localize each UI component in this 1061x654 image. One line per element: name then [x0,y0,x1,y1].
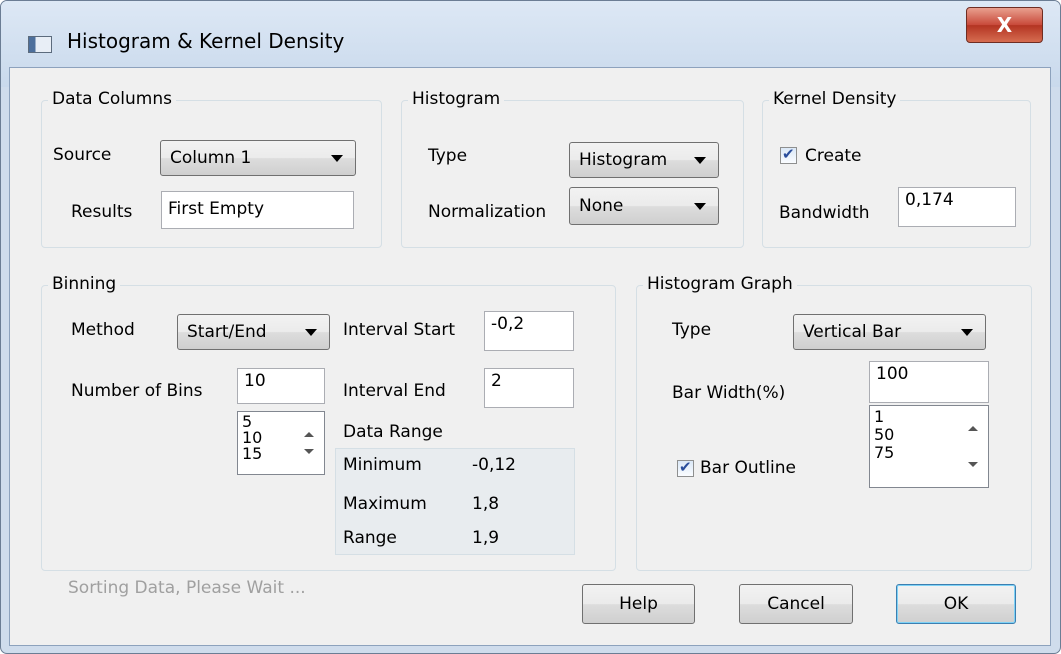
dialog-window: Histogram & Kernel Density X Data Column… [0,0,1061,654]
chevron-down-icon [331,155,343,162]
bar-width-option[interactable]: 75 [874,444,894,462]
data-range-box: Minimum -0,12 Maximum 1,8 Range 1,9 [335,448,575,555]
help-button-label: Help [619,594,658,614]
maximum-value: 1,8 [472,494,500,514]
binning-group: Binning Method Start/End Number of Bins … [41,274,616,571]
source-label: Source [53,145,112,165]
kernel-density-group: Kernel Density Create Bandwidth 0,174 [762,89,1031,248]
number-of-bins-list[interactable]: 5 10 15 [237,411,325,475]
range-value: 1,9 [472,528,500,548]
bins-scrollbar[interactable] [295,412,324,474]
range-label: Range [343,528,397,548]
bins-option[interactable]: 15 [242,446,262,462]
normalization-label: Normalization [428,202,547,222]
scroll-down-icon[interactable] [304,449,314,454]
bar-width-option[interactable]: 1 [874,408,894,426]
scroll-down-icon[interactable] [968,462,978,467]
interval-start-label: Interval Start [343,320,456,340]
histogram-graph-group: Histogram Graph Type Vertical Bar Bar Wi… [636,274,1032,571]
histogram-type-value: Histogram [579,150,668,170]
status-text: Sorting Data, Please Wait ... [68,578,306,598]
dialog-client: Data Columns Source Column 1 Results Fir… [9,67,1051,646]
chevron-down-icon [961,329,973,336]
bar-width-list[interactable]: 1 50 75 [869,405,989,488]
chevron-down-icon [305,329,317,336]
bandwidth-input[interactable]: 0,174 [898,187,1016,227]
chevron-down-icon [694,157,706,164]
graph-type-value: Vertical Bar [803,322,902,342]
scroll-up-icon[interactable] [968,426,978,431]
create-label: Create [805,146,862,166]
normalization-value: None [579,196,624,216]
histogram-type-select[interactable]: Histogram [569,142,719,178]
binning-legend: Binning [48,274,121,294]
window-title: Histogram & Kernel Density [67,29,345,53]
kernel-density-legend: Kernel Density [769,89,901,109]
histogram-type-label: Type [428,146,468,166]
interval-end-input[interactable]: 2 [484,368,574,408]
source-select[interactable]: Column 1 [160,140,356,176]
cancel-button-label: Cancel [767,594,825,614]
minimum-value: -0,12 [472,455,516,475]
maximum-label: Maximum [343,494,427,514]
bar-width-option[interactable]: 50 [874,426,894,444]
interval-start-input[interactable]: -0,2 [484,311,574,351]
method-label: Method [71,320,135,340]
histogram-graph-legend: Histogram Graph [643,274,797,294]
scroll-up-icon[interactable] [304,432,314,437]
graph-type-select[interactable]: Vertical Bar [793,314,986,350]
bar-outline-checkbox[interactable] [677,458,694,477]
ok-button[interactable]: OK [896,584,1016,624]
bar-width-label: Bar Width(%) [672,383,786,403]
close-button[interactable]: X [966,7,1043,43]
data-range-title: Data Range [343,422,443,442]
chevron-down-icon [694,203,706,210]
help-button[interactable]: Help [582,584,695,624]
minimum-label: Minimum [343,455,422,475]
data-columns-legend: Data Columns [48,89,176,109]
number-of-bins-input[interactable]: 10 [237,368,325,404]
histogram-legend: Histogram [408,89,505,109]
bar-outline-label: Bar Outline [700,458,796,478]
create-checkbox[interactable] [780,145,797,164]
bandwidth-label: Bandwidth [779,203,870,223]
bar-width-scrollbar[interactable] [959,406,988,487]
method-select[interactable]: Start/End [177,314,330,350]
bins-options: 5 10 15 [242,414,262,462]
results-label: Results [71,202,133,222]
method-value: Start/End [187,322,267,342]
bar-width-input[interactable]: 100 [869,361,989,403]
results-input[interactable]: First Empty [161,191,354,229]
app-icon [28,36,52,53]
cancel-button[interactable]: Cancel [739,584,853,624]
graph-type-label: Type [672,320,712,340]
interval-end-label: Interval End [343,381,446,401]
bar-width-options: 1 50 75 [874,408,894,462]
source-select-value: Column 1 [170,148,252,168]
number-of-bins-label: Number of Bins [71,381,203,401]
histogram-group: Histogram Type Histogram Normalization N… [401,89,744,248]
data-columns-group: Data Columns Source Column 1 Results Fir… [41,89,382,248]
ok-button-label: OK [943,594,969,614]
normalization-select[interactable]: None [569,187,719,225]
